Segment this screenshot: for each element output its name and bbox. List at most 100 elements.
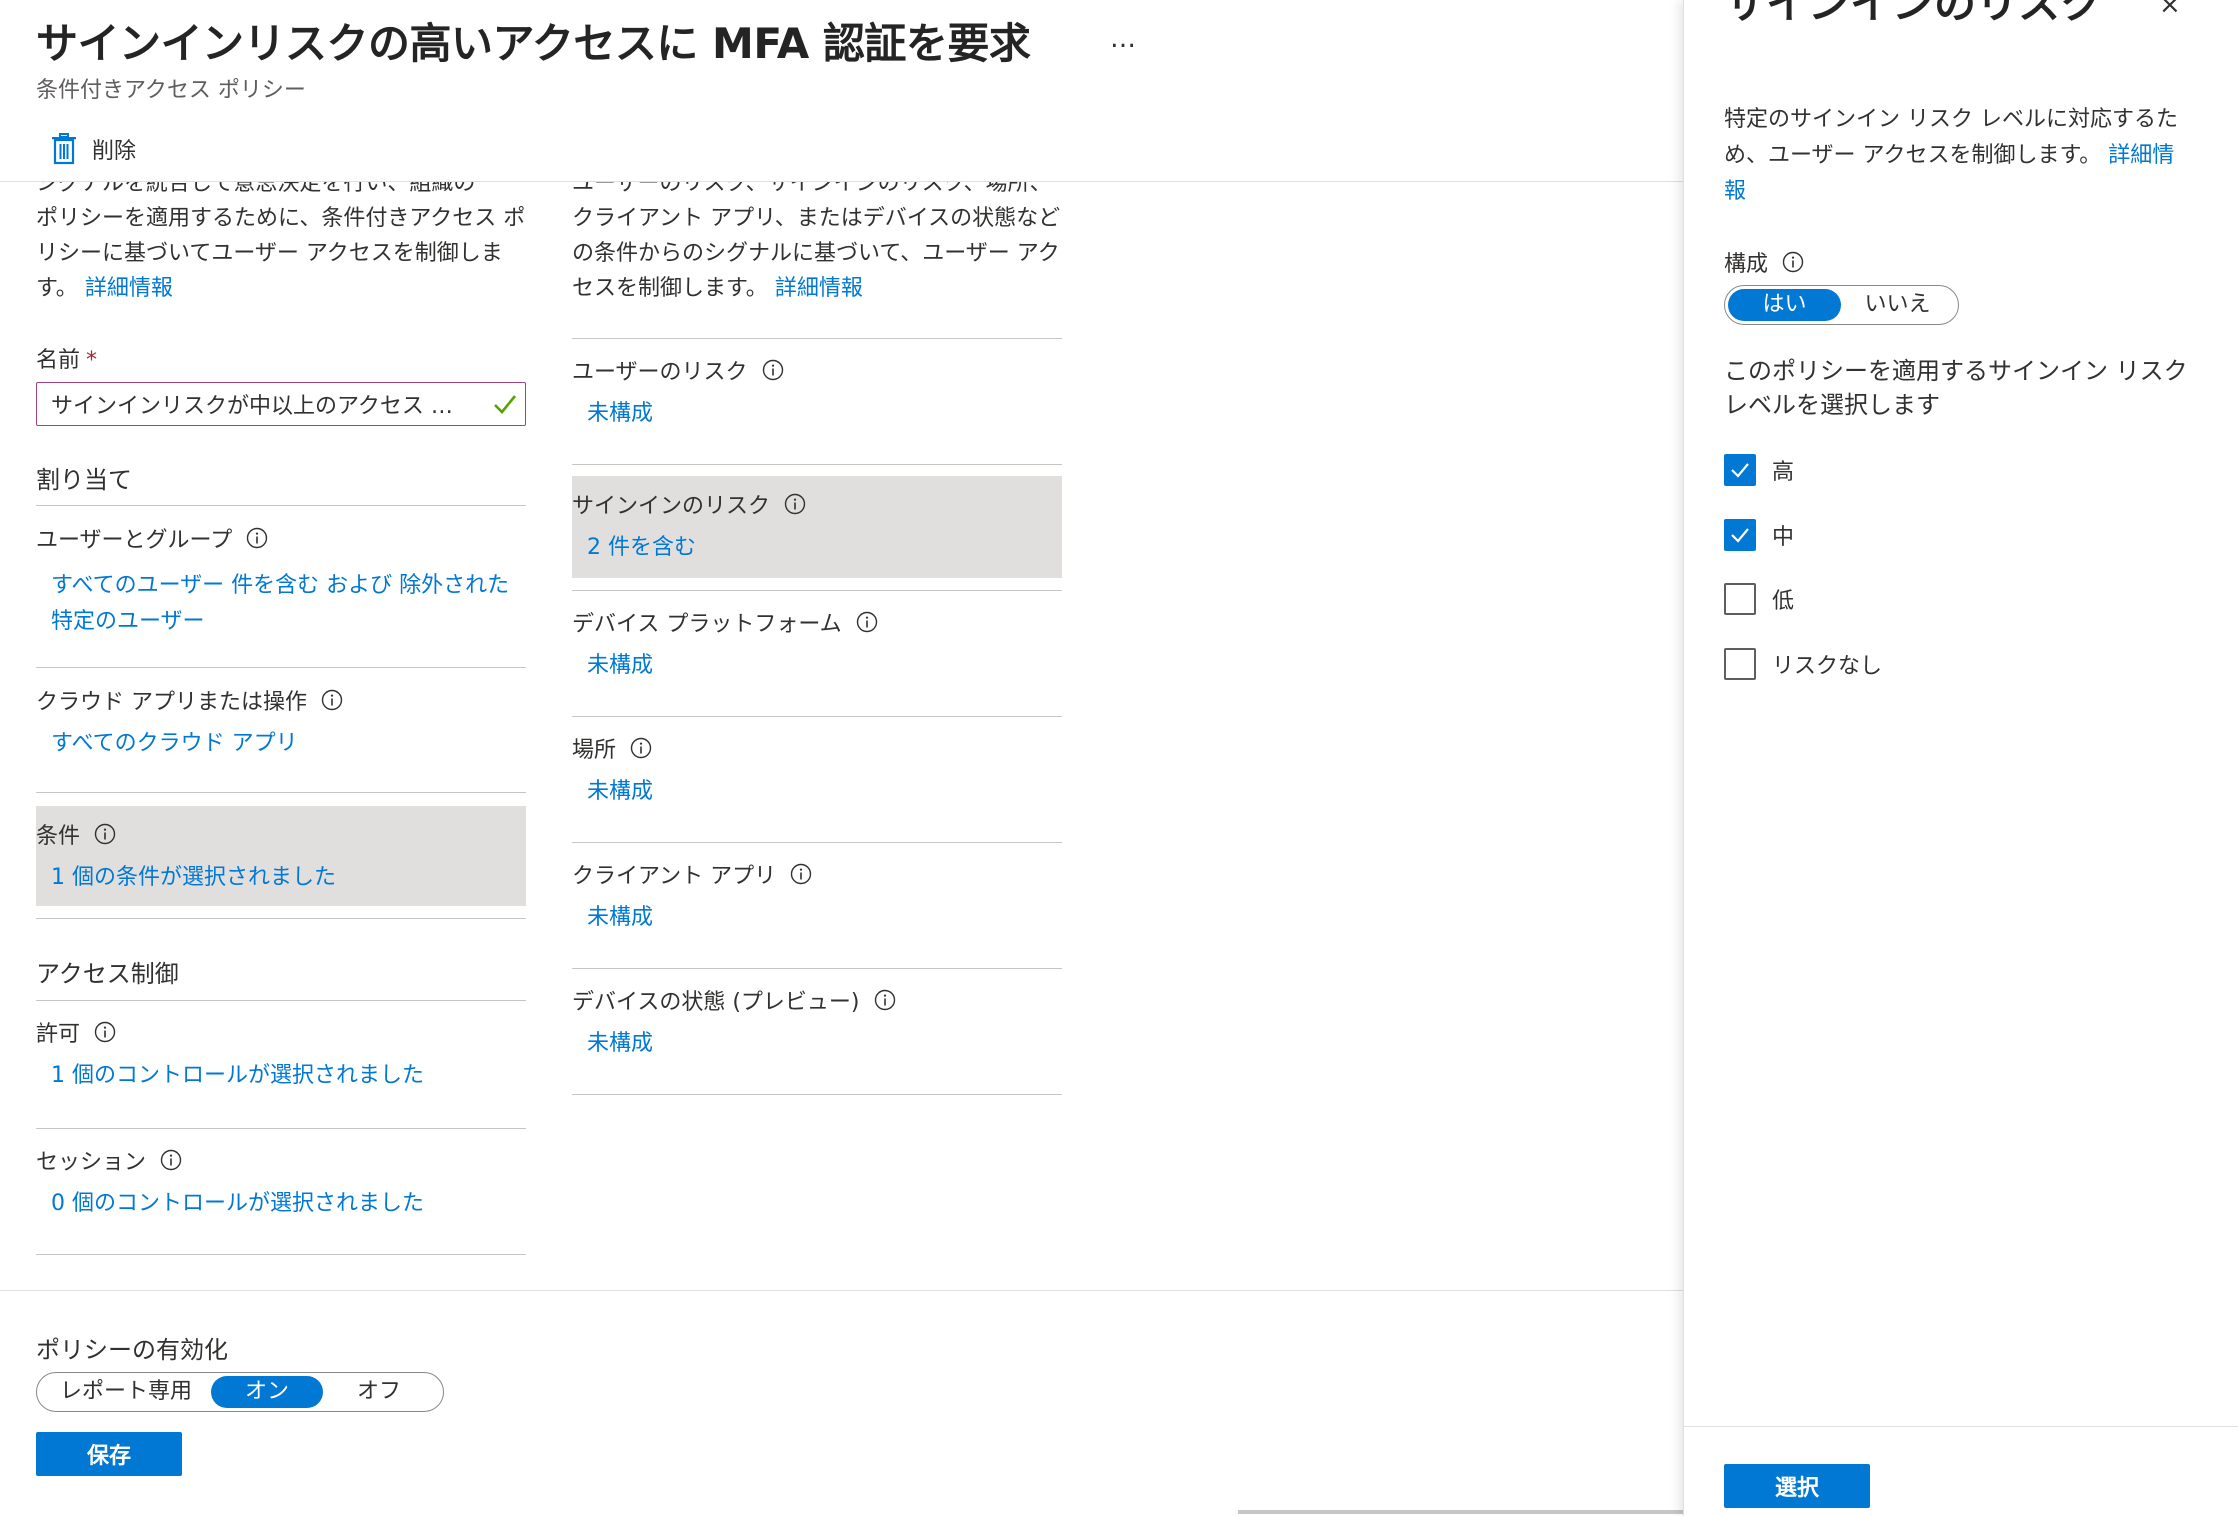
users-and-groups-block[interactable]: ユーザーとグループ すべてのユーザー 件を含む および 除外された特定のユーザー xyxy=(36,510,526,645)
divider xyxy=(572,464,1062,465)
policy-name-input[interactable] xyxy=(36,382,526,426)
info-icon xyxy=(1782,251,1804,273)
delete-button[interactable]: 削除 xyxy=(50,132,136,166)
risk-level-label: 低 xyxy=(1772,589,1795,614)
user-risk-value-link[interactable]: 未構成 xyxy=(587,396,653,432)
apps-value-link[interactable]: すべてのクラウド アプリ xyxy=(51,726,298,762)
page-subtitle: 条件付きアクセス ポリシー xyxy=(36,78,306,103)
locations-block[interactable]: 場所 未構成 xyxy=(572,720,1062,820)
location-value-link[interactable]: 未構成 xyxy=(587,774,653,810)
session-label: セッション xyxy=(36,1150,147,1175)
signin-risk-block[interactable]: サインインのリスク 2 件を含む xyxy=(572,476,1062,578)
users-label: ユーザーとグループ xyxy=(36,528,233,553)
middle-desc-hidden: ユーザーのリスク、サインインのリスク、場所、 xyxy=(572,182,1052,196)
grant-label-row: 許可 xyxy=(36,1016,116,1048)
toggle-option-no[interactable]: いいえ xyxy=(1841,289,1954,321)
session-value-link[interactable]: 0 個のコントロールが選択されました xyxy=(51,1186,424,1222)
session-block[interactable]: セッション 0 個のコントロールが選択されました xyxy=(36,1132,526,1232)
signin-risk-value-link[interactable]: 2 件を含む xyxy=(587,530,696,566)
risk-level-question: このポリシーを適用するサインイン リスク レベルを選択します xyxy=(1724,357,2188,419)
save-button[interactable]: 保存 xyxy=(36,1432,182,1476)
device-state-block[interactable]: デバイスの状態 (プレビュー) 未構成 xyxy=(572,972,1062,1072)
platform-label: デバイス プラットフォーム xyxy=(572,612,842,637)
apps-label-row: クラウド アプリまたは操作 xyxy=(36,684,343,716)
delete-label: 削除 xyxy=(92,139,137,164)
risk-level-medium[interactable]: 中 xyxy=(1724,519,1794,551)
checkbox-checked-icon[interactable] xyxy=(1724,454,1756,486)
client-label: クライアント アプリ xyxy=(572,864,777,889)
close-icon[interactable]: × xyxy=(2159,0,2181,20)
toggle-option-on[interactable]: オン xyxy=(211,1376,323,1408)
middle-learn-more-link[interactable]: 詳細情報 xyxy=(775,276,863,301)
panel-description: 特定のサインイン リスク レベルに対応するため、ユーザー アクセスを制御します。… xyxy=(1724,102,2184,210)
risk-level-low[interactable]: 低 xyxy=(1724,583,1794,615)
divider xyxy=(36,918,526,919)
configure-label-row: 構成 xyxy=(1724,246,1804,278)
checkbox-checked-icon[interactable] xyxy=(1724,519,1756,551)
info-icon xyxy=(790,863,812,885)
device-state-label: デバイスの状態 (プレビュー) xyxy=(572,990,860,1015)
checkbox-unchecked-icon[interactable] xyxy=(1724,583,1756,615)
location-label-row: 場所 xyxy=(572,732,652,764)
checkmark-icon xyxy=(494,395,517,414)
divider xyxy=(572,842,1062,843)
info-icon xyxy=(160,1149,182,1171)
grant-block[interactable]: 許可 1 個のコントロールが選択されました xyxy=(36,1004,526,1104)
divider xyxy=(36,792,526,793)
toggle-option-yes[interactable]: はい xyxy=(1728,289,1841,321)
client-apps-block[interactable]: クライアント アプリ 未構成 xyxy=(572,846,1062,946)
divider xyxy=(36,1000,526,1001)
trash-icon xyxy=(52,133,76,165)
access-controls-heading: アクセス制御 xyxy=(36,960,179,988)
device-state-value-link[interactable]: 未構成 xyxy=(587,1026,653,1062)
users-label-row: ユーザーとグループ xyxy=(36,522,268,554)
grant-label: 許可 xyxy=(36,1022,81,1047)
device-platform-block[interactable]: デバイス プラットフォーム 未構成 xyxy=(572,594,1062,694)
info-icon xyxy=(94,1021,116,1043)
grant-value-link[interactable]: 1 個のコントロールが選択されました xyxy=(51,1058,424,1094)
divider xyxy=(572,716,1062,717)
assignments-heading: 割り当て xyxy=(36,466,132,494)
divider xyxy=(36,1254,526,1255)
divider xyxy=(572,968,1062,969)
users-value-link[interactable]: すべてのユーザー 件を含む および 除外された特定のユーザー xyxy=(51,568,526,640)
configure-toggle[interactable]: はい いいえ xyxy=(1724,285,1959,325)
footer-divider xyxy=(0,1290,1683,1291)
info-icon xyxy=(762,359,783,381)
info-icon xyxy=(856,611,877,633)
conditions-value-link[interactable]: 1 個の条件が選択されました xyxy=(51,860,336,896)
policy-editor: サインインリスクの高いアクセスに MFA 認証を要求 … 条件付きアクセス ポリ… xyxy=(0,0,1683,1516)
risk-level-none[interactable]: リスクなし xyxy=(1724,648,1882,680)
enable-policy-toggle[interactable]: レポート専用 オン オフ xyxy=(36,1372,444,1412)
toggle-option-report-only[interactable]: レポート専用 xyxy=(41,1376,211,1408)
checkbox-unchecked-icon[interactable] xyxy=(1724,648,1756,680)
left-learn-more-link[interactable]: 詳細情報 xyxy=(85,276,173,301)
required-marker: * xyxy=(86,348,98,373)
name-label: 名前 * xyxy=(36,342,97,374)
more-options-button[interactable]: … xyxy=(1110,24,1136,54)
left-desc-hidden: シグナルを統合して意思決定を行い、組織の xyxy=(36,182,476,196)
risk-level-label: 中 xyxy=(1772,525,1795,550)
risk-level-label: リスクなし xyxy=(1772,654,1883,679)
toggle-option-off[interactable]: オフ xyxy=(323,1376,435,1408)
conditions-block[interactable]: 条件 1 個の条件が選択されました xyxy=(36,806,526,906)
client-value-link[interactable]: 未構成 xyxy=(587,900,653,936)
conditions-label: 条件 xyxy=(36,824,81,849)
platform-value-link[interactable]: 未構成 xyxy=(587,648,653,684)
signin-risk-panel: サインインのリスク × 特定のサインイン リスク レベルに対応するため、ユーザー… xyxy=(1683,0,2238,1516)
client-label-row: クライアント アプリ xyxy=(572,858,812,890)
risk-level-high[interactable]: 高 xyxy=(1724,454,1794,486)
platform-label-row: デバイス プラットフォーム xyxy=(572,606,878,638)
select-button[interactable]: 選択 xyxy=(1724,1464,1870,1508)
risk-level-label: 高 xyxy=(1772,460,1795,485)
user-risk-block[interactable]: ユーザーのリスク 未構成 xyxy=(572,342,1062,442)
location-label: 場所 xyxy=(572,738,617,763)
cloud-apps-block[interactable]: クラウド アプリまたは操作 すべてのクラウド アプリ xyxy=(36,672,526,772)
divider xyxy=(572,590,1062,591)
horizontal-scrollbar[interactable] xyxy=(1238,1510,1683,1514)
session-label-row: セッション xyxy=(36,1144,182,1176)
page-title: サインインリスクの高いアクセスに MFA 認証を要求 xyxy=(36,19,1031,68)
divider xyxy=(36,667,526,668)
divider xyxy=(36,505,526,506)
panel-title: サインインのリスク xyxy=(1724,0,2103,28)
